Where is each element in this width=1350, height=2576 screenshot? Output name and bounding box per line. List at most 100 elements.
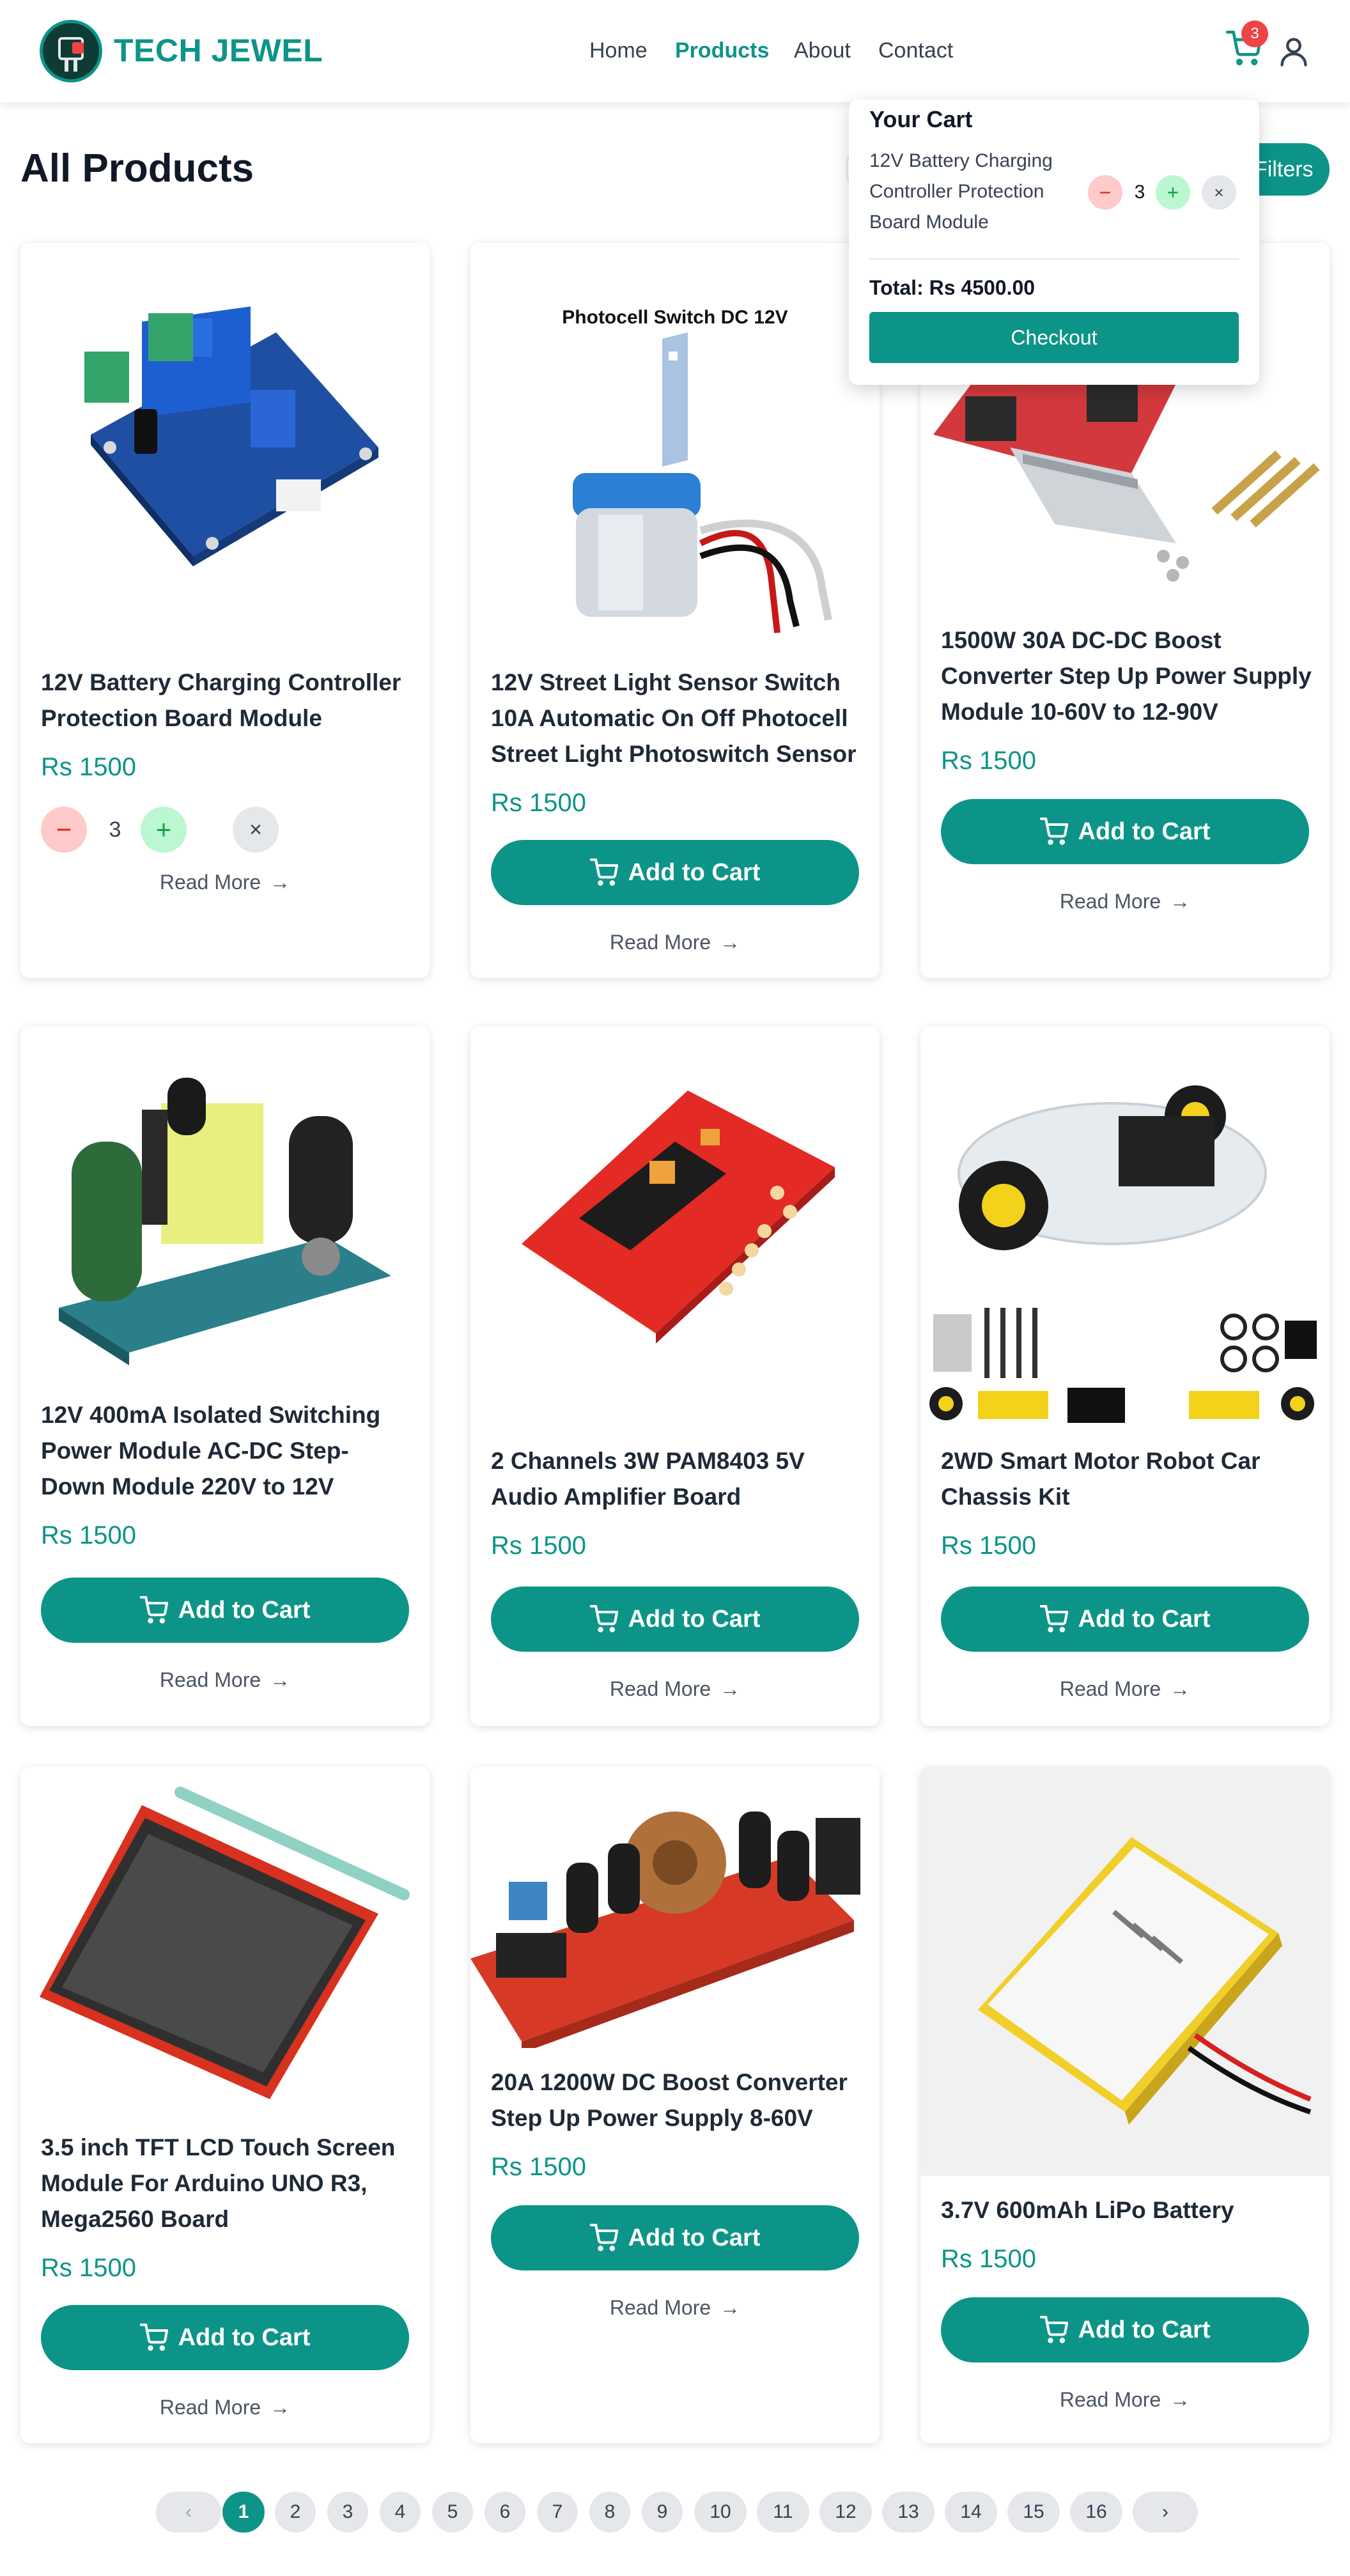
decrease-qty-button[interactable]: − <box>41 807 87 853</box>
product-price: Rs 1500 <box>491 2153 586 2181</box>
product-title[interactable]: 2 Channels 3W PAM8403 5V Audio Amplifier… <box>491 1443 862 1515</box>
product-price: Rs 1500 <box>941 747 1036 775</box>
product-title[interactable]: 1500W 30A DC-DC Boost Converter Step Up … <box>941 623 1312 730</box>
cart-icon <box>139 2324 168 2351</box>
product-price: Rs 1500 <box>41 753 136 781</box>
arrow-right-icon: → <box>720 2296 741 2319</box>
product-card: 2 Channels 3W PAM8403 5V Audio Amplifier… <box>470 1027 880 1726</box>
page-button[interactable]: 7 <box>537 2492 578 2533</box>
arrow-right-icon: → <box>1170 890 1191 913</box>
cart-remove-button[interactable]: × <box>1202 175 1236 210</box>
product-image[interactable] <box>20 243 430 639</box>
nav-home[interactable]: Home <box>589 38 648 63</box>
product-title[interactable]: 3.7V 600mAh LiPo Battery <box>941 2192 1312 2228</box>
page-button[interactable]: 1 <box>222 2492 265 2533</box>
page-button[interactable]: 4 <box>380 2492 421 2533</box>
product-title[interactable]: 2WD Smart Motor Robot Car Chassis Kit <box>941 1443 1312 1515</box>
cart-icon <box>589 858 618 886</box>
read-more-label: Read More <box>159 1668 261 1691</box>
page-button[interactable]: 14 <box>945 2492 997 2533</box>
read-more-link[interactable]: Read More → <box>20 871 430 894</box>
increase-qty-button[interactable]: + <box>141 807 187 853</box>
product-image[interactable] <box>920 1027 1330 1423</box>
product-title[interactable]: 12V 400mA Isolated Switching Power Modul… <box>41 1397 412 1505</box>
cart-icon <box>1039 818 1068 845</box>
cart-increase-button[interactable]: + <box>1156 175 1190 210</box>
nav-products[interactable]: Products <box>675 38 769 63</box>
page-button[interactable]: 16 <box>1070 2492 1122 2533</box>
prev-page-button[interactable]: ‹ <box>156 2492 221 2533</box>
add-to-cart-button[interactable]: Add to Cart <box>41 2305 409 2370</box>
product-price: Rs 1500 <box>41 2254 136 2282</box>
page-button[interactable]: 9 <box>642 2492 683 2533</box>
product-card: 3.7V 600mAh LiPo Battery Rs 1500 Add to … <box>920 1767 1330 2443</box>
remove-item-button[interactable]: × <box>233 807 279 853</box>
add-to-cart-label: Add to Cart <box>1078 1605 1211 1633</box>
add-to-cart-button[interactable]: Add to Cart <box>41 1578 409 1643</box>
product-title[interactable]: 12V Battery Charging Controller Protecti… <box>41 665 412 736</box>
product-card: 20A 1200W DC Boost Converter Step Up Pow… <box>470 1767 880 2443</box>
page-button[interactable]: 8 <box>589 2492 630 2533</box>
page-button[interactable]: 3 <box>327 2492 368 2533</box>
product-image[interactable] <box>470 1027 880 1397</box>
product-title[interactable]: 20A 1200W DC Boost Converter Step Up Pow… <box>491 2065 862 2136</box>
user-icon[interactable] <box>1277 35 1310 68</box>
page-button[interactable]: 11 <box>757 2492 809 2533</box>
add-to-cart-button[interactable]: Add to Cart <box>941 1587 1309 1652</box>
logo-icon[interactable] <box>40 20 102 82</box>
product-title[interactable]: 3.5 inch TFT LCD Touch Screen Module For… <box>41 2130 412 2237</box>
product-price: Rs 1500 <box>491 1532 586 1560</box>
read-more-link[interactable]: Read More → <box>470 1677 880 1701</box>
read-more-link[interactable]: Read More → <box>470 931 880 954</box>
cart-title: Your Cart <box>869 106 973 132</box>
add-to-cart-button[interactable]: Add to Cart <box>941 799 1309 864</box>
cart-count-badge: 3 <box>1241 20 1268 47</box>
page-button[interactable]: 13 <box>882 2492 935 2533</box>
arrow-right-icon: → <box>720 1677 741 1700</box>
product-image[interactable] <box>20 1027 430 1372</box>
product-title[interactable]: 12V Street Light Sensor Switch 10A Autom… <box>491 665 862 772</box>
page-button[interactable]: 10 <box>694 2492 747 2533</box>
read-more-label: Read More <box>1059 890 1161 913</box>
add-to-cart-button[interactable]: Add to Cart <box>491 1587 859 1652</box>
brand-name[interactable]: TECH JEWEL <box>114 32 323 69</box>
add-to-cart-button[interactable]: Add to Cart <box>941 2297 1309 2363</box>
page-button[interactable]: 6 <box>485 2492 525 2533</box>
cart-decrease-button[interactable]: − <box>1088 175 1122 210</box>
read-more-link[interactable]: Read More → <box>20 2396 430 2419</box>
read-more-label: Read More <box>159 871 261 894</box>
add-to-cart-button[interactable]: Add to Cart <box>491 840 859 905</box>
product-image[interactable] <box>470 1767 880 2048</box>
add-to-cart-label: Add to Cart <box>178 1596 311 1624</box>
read-more-label: Read More <box>1059 2388 1161 2411</box>
product-card: 3.5 inch TFT LCD Touch Screen Module For… <box>20 1767 430 2443</box>
page-button[interactable]: 12 <box>819 2492 872 2533</box>
page-button[interactable]: 5 <box>432 2492 473 2533</box>
product-image[interactable]: Photocell Switch DC 12V <box>470 243 880 652</box>
cart-item-name: 12V Battery Charging Controller Protecti… <box>869 150 1053 233</box>
read-more-label: Read More <box>609 1677 711 1700</box>
read-more-link[interactable]: Read More → <box>470 2296 880 2320</box>
product-image[interactable] <box>920 1767 1330 2176</box>
site-header: TECH JEWEL Home Products About Contact 3 <box>0 0 1350 102</box>
page-button[interactable]: 15 <box>1007 2492 1060 2533</box>
product-price: Rs 1500 <box>491 789 586 817</box>
nav-contact[interactable]: Contact <box>878 38 953 63</box>
add-to-cart-label: Add to Cart <box>178 2324 311 2351</box>
read-more-label: Read More <box>159 2396 261 2419</box>
add-to-cart-button[interactable]: Add to Cart <box>491 2205 859 2270</box>
nav-about[interactable]: About <box>794 38 851 63</box>
checkout-button[interactable]: Checkout <box>869 312 1239 363</box>
product-card: 12V 400mA Isolated Switching Power Modul… <box>20 1027 430 1726</box>
read-more-link[interactable]: Read More → <box>920 1677 1330 1701</box>
read-more-link[interactable]: Read More → <box>920 890 1330 913</box>
next-page-button[interactable]: › <box>1133 2492 1198 2533</box>
arrow-right-icon: → <box>1170 2388 1191 2411</box>
cart-dropdown: Your Cart 12V Battery Charging Controlle… <box>849 100 1259 385</box>
page-button[interactable]: 2 <box>275 2492 316 2533</box>
product-card: 12V Battery Charging Controller Protecti… <box>20 243 430 978</box>
quantity-value: 3 <box>109 818 121 842</box>
product-image[interactable] <box>20 1767 430 2125</box>
read-more-link[interactable]: Read More → <box>920 2388 1330 2412</box>
read-more-link[interactable]: Read More → <box>20 1668 430 1692</box>
